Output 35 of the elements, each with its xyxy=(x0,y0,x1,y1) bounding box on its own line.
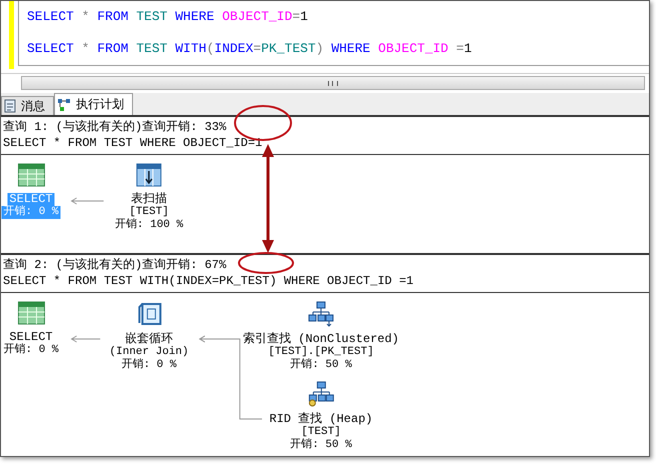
connector-arrow xyxy=(70,336,101,342)
operator-label: 索引查找 (NonClustered) xyxy=(242,333,400,346)
operator-label: 嵌套循环 xyxy=(124,333,174,346)
loop-icon xyxy=(136,301,162,327)
horizontal-scrollbar[interactable] xyxy=(21,76,645,90)
operator-label: SELECT xyxy=(7,193,55,206)
hierarchy-icon xyxy=(308,381,334,407)
operator-label: 开销: 50 % xyxy=(289,359,353,372)
query-cost-header: 查询 1: (与该批有关的)查询开销: 33% xyxy=(2,119,228,135)
operator-label: 开销: 100 % xyxy=(114,219,184,232)
operator-label: [TEST].[PK_TEST] xyxy=(267,346,375,358)
hierarchy-icon xyxy=(308,301,334,327)
operator-label: (Inner Join) xyxy=(108,346,190,358)
operator-label: 开销: 0 % xyxy=(2,344,60,357)
message-icon xyxy=(4,99,16,113)
result-tab[interactable]: 消息 xyxy=(1,96,54,115)
sql-code-line: SELECT * FROM TEST WITH(INDEX=PK_TEST) WHERE OBJECT_ID =1 xyxy=(27,41,473,56)
sql-code-line: SELECT * FROM TEST WHERE OBJECT_ID=1 xyxy=(27,9,309,24)
query-sql-text: SELECT * FROM TEST WITH(INDEX=PK_TEST) WHERE OBJECT_ID =1 xyxy=(2,273,414,289)
result-tab[interactable]: 执行计划 xyxy=(54,93,133,115)
query-sql-text: SELECT * FROM TEST WHERE OBJECT_ID=1 xyxy=(2,135,264,151)
operator-label: [TEST] xyxy=(128,206,170,218)
operator-label: 表扫描 xyxy=(130,193,168,206)
grip-icon xyxy=(328,80,338,86)
operator-label: 开销: 0 % xyxy=(120,359,178,372)
operator-label: 开销: 50 % xyxy=(289,439,353,452)
operator-label: RID 查找 (Heap) xyxy=(268,413,374,426)
connector-arrow xyxy=(70,198,104,204)
plan-icon xyxy=(57,98,71,112)
grid-icon xyxy=(17,301,45,325)
operator-label: [TEST] xyxy=(300,426,342,438)
change-marker-bar xyxy=(9,1,14,69)
grid-icon xyxy=(17,163,45,187)
query-cost-header: 查询 2: (与该批有关的)查询开销: 67% xyxy=(2,257,228,273)
operator-label: SELECT xyxy=(9,331,54,344)
